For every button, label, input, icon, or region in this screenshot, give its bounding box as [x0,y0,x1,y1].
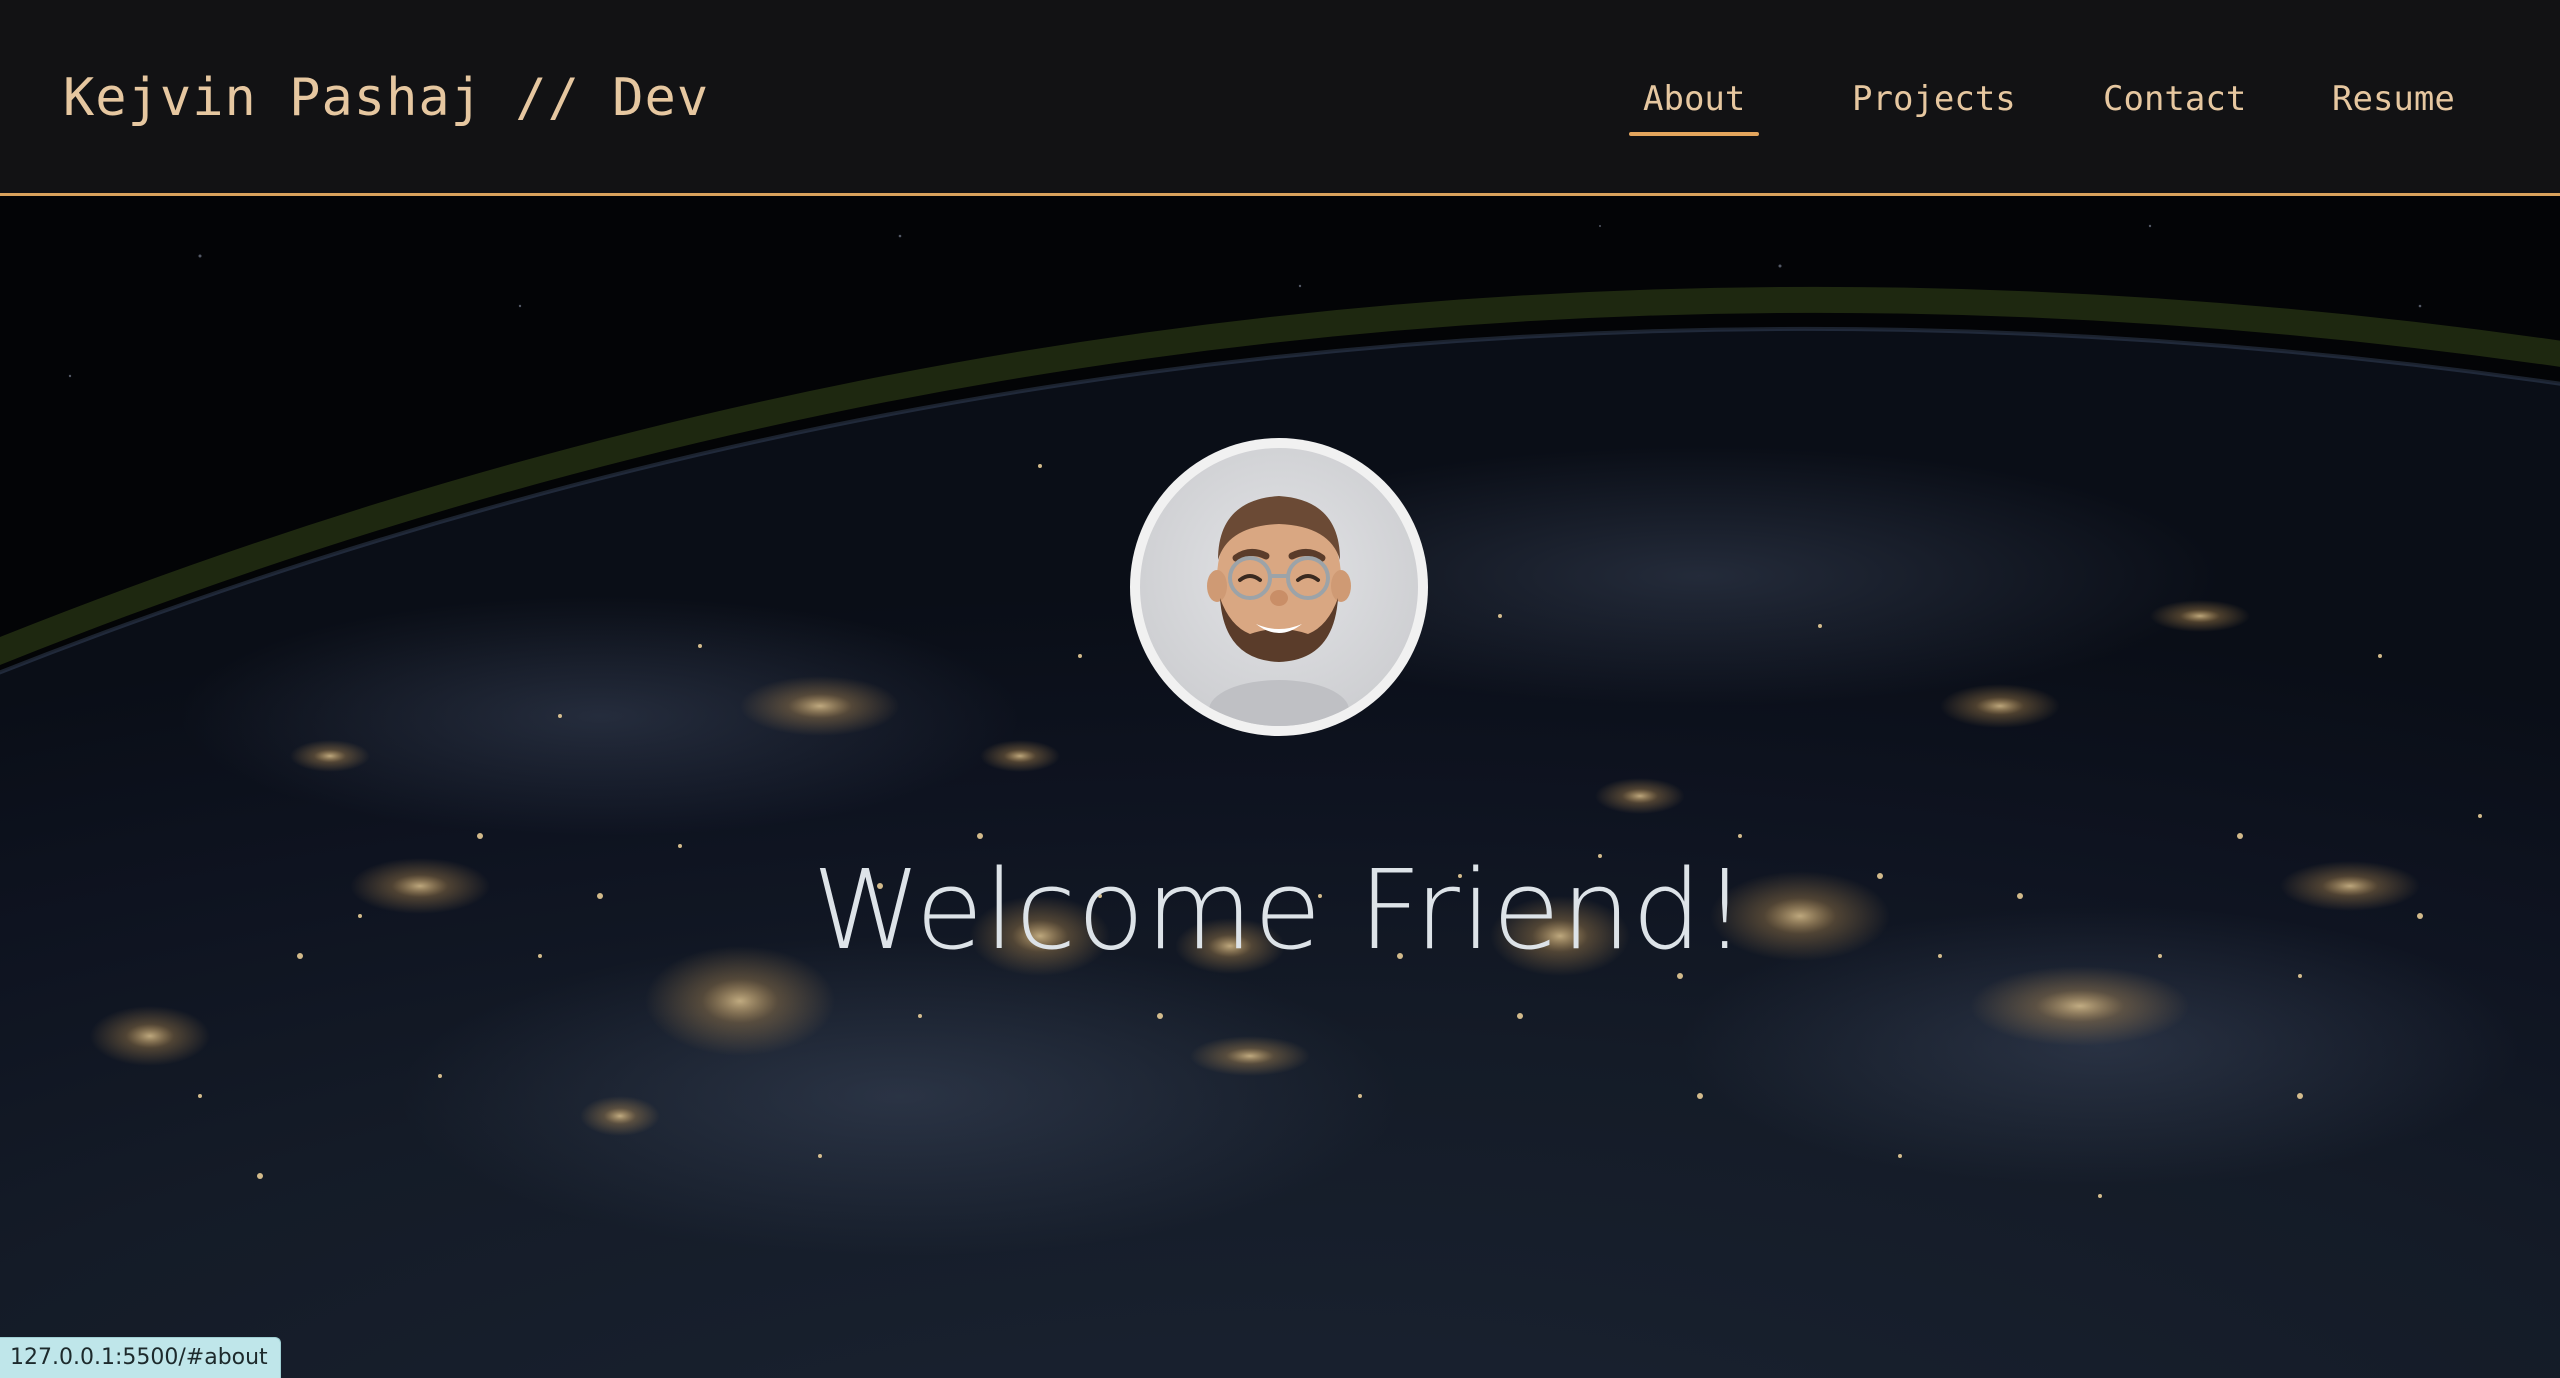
nav-link-about[interactable]: About [1628,70,1760,136]
browser-status-url: 127.0.0.1:5500/#about [0,1337,281,1378]
nav-link-contact[interactable]: Contact [2103,70,2246,128]
hero-section: Welcome Friend! [0,196,2560,1378]
site-brand-link[interactable]: Kejvin Pashaj // Dev [63,62,709,134]
nav-link-resume[interactable]: Resume [2332,70,2455,128]
site-header: Kejvin Pashaj // Dev About Projects Cont… [0,0,2560,196]
profile-avatar [1130,438,1428,736]
nav-link-projects[interactable]: Projects [1852,70,2016,128]
memoji-face-icon [1207,496,1351,726]
earth-night-background-image [0,196,2560,1378]
welcome-heading: Welcome Friend! [812,845,1748,974]
memoji-avatar-image [1140,448,1418,726]
